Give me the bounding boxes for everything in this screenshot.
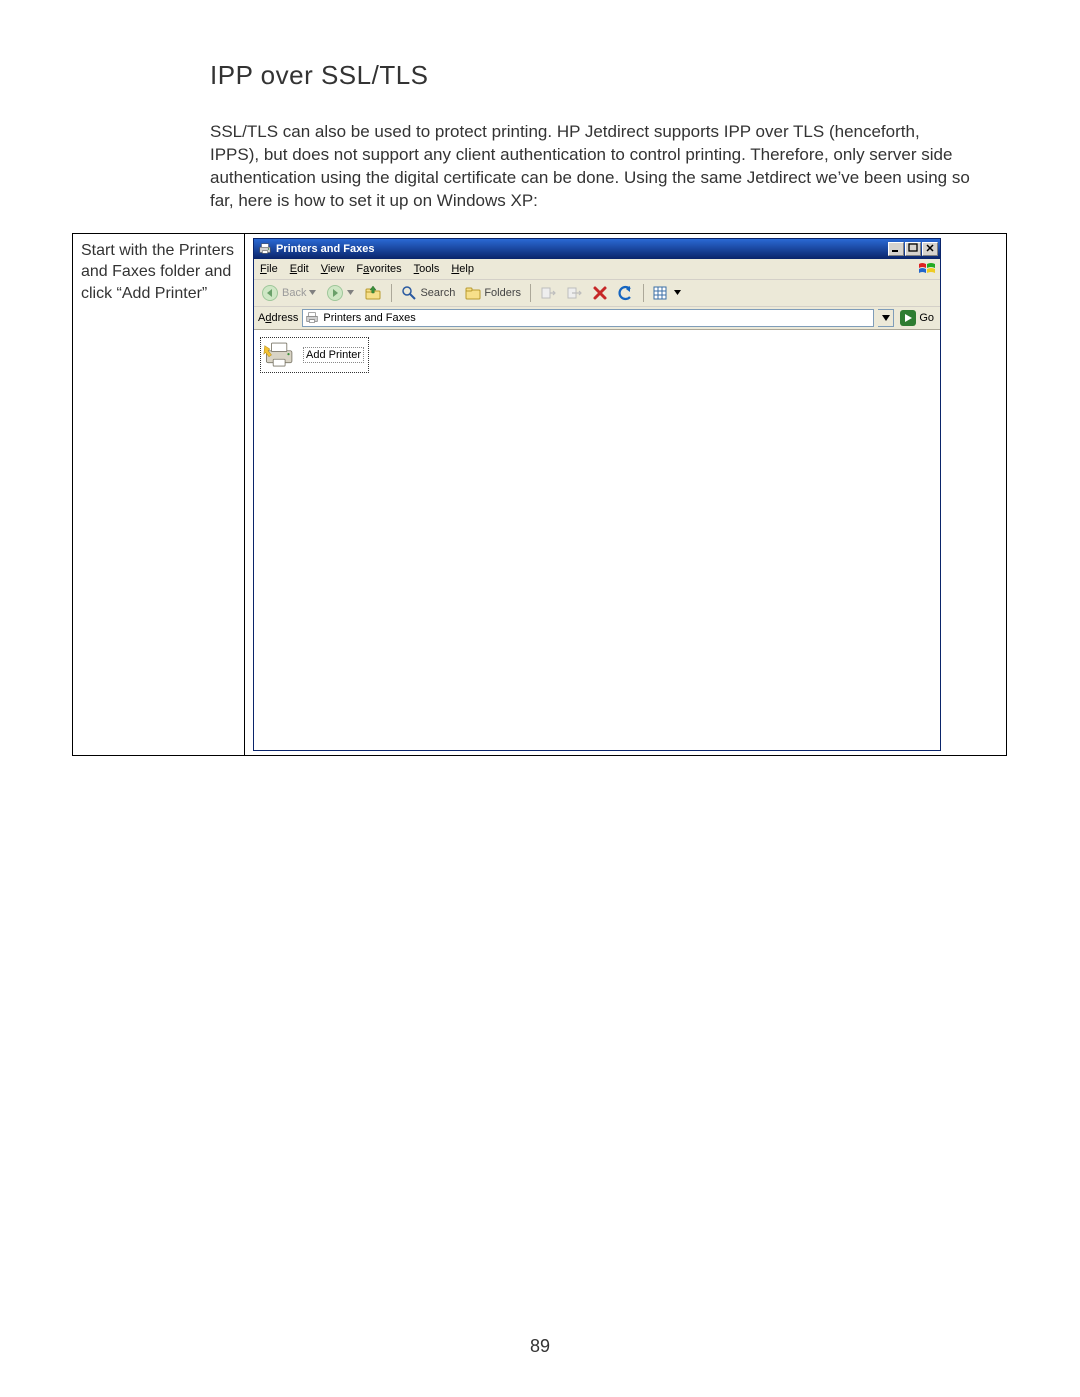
toolbar-folders-button[interactable]: Folders [462,283,524,303]
add-printer-label: Add Printer [303,347,364,363]
address-value: Printers and Faxes [323,312,415,324]
window-minimize-button[interactable] [888,242,904,256]
toolbar-sep-2 [530,284,531,302]
page-number: 89 [0,1336,1080,1357]
address-go-button[interactable]: Go [898,310,936,326]
menu-help[interactable]: Help [451,263,474,275]
toolbar-sep-3 [643,284,644,302]
window-title: Printers and Faxes [276,243,374,255]
windows-logo-icon [918,261,936,277]
address-bar: Address Printers and Faxes [254,307,940,330]
toolbar-up-button[interactable] [361,282,385,304]
toolbar-views-button[interactable] [650,283,684,303]
window-close-button[interactable] [922,242,938,256]
menu-file[interactable]: File [260,263,278,275]
step-instruction: Start with the Printers and Faxes folder… [73,233,245,755]
xp-window: Printers and Faxes [253,238,941,751]
toolbar-copyto-button[interactable] [537,283,559,303]
toolbar-search-button[interactable]: Search [398,283,458,303]
address-label: Address [258,312,298,324]
toolbar-back-button[interactable]: Back [258,282,319,304]
printer-wizard-icon [263,340,297,370]
menu-tools[interactable]: Tools [414,263,440,275]
section-paragraph: SSL/TLS can also be used to protect prin… [210,121,970,213]
menu-edit[interactable]: Edit [290,263,309,275]
section-heading: IPP over SSL/TLS [210,60,1010,91]
toolbar-back-label: Back [282,287,306,299]
toolbar-folders-label: Folders [484,287,521,299]
folder-content-area: Add Printer [254,330,940,750]
add-printer-item[interactable]: Add Printer [260,337,369,373]
toolbar-undo-button[interactable] [615,283,637,303]
menu-bar: File Edit View Favorites Tools Help [254,259,940,280]
menu-favorites[interactable]: Favorites [356,263,401,275]
toolbar-delete-button[interactable] [589,283,611,303]
address-go-label: Go [919,312,934,324]
toolbar-sep-1 [391,284,392,302]
steps-table: Start with the Printers and Faxes folder… [72,233,1007,756]
toolbar-forward-button[interactable] [323,282,357,304]
step-screenshot-cell: Printers and Faxes [245,233,1007,755]
toolbar: Back [254,280,940,307]
menu-view[interactable]: View [321,263,345,275]
address-dropdown[interactable] [878,309,894,327]
window-titlebar: Printers and Faxes [254,239,940,259]
window-maximize-button[interactable] [905,242,921,256]
printers-folder-icon [258,242,272,256]
address-folder-icon [305,311,319,325]
toolbar-search-label: Search [420,287,455,299]
address-field[interactable]: Printers and Faxes [302,309,874,327]
toolbar-moveto-button[interactable] [563,283,585,303]
